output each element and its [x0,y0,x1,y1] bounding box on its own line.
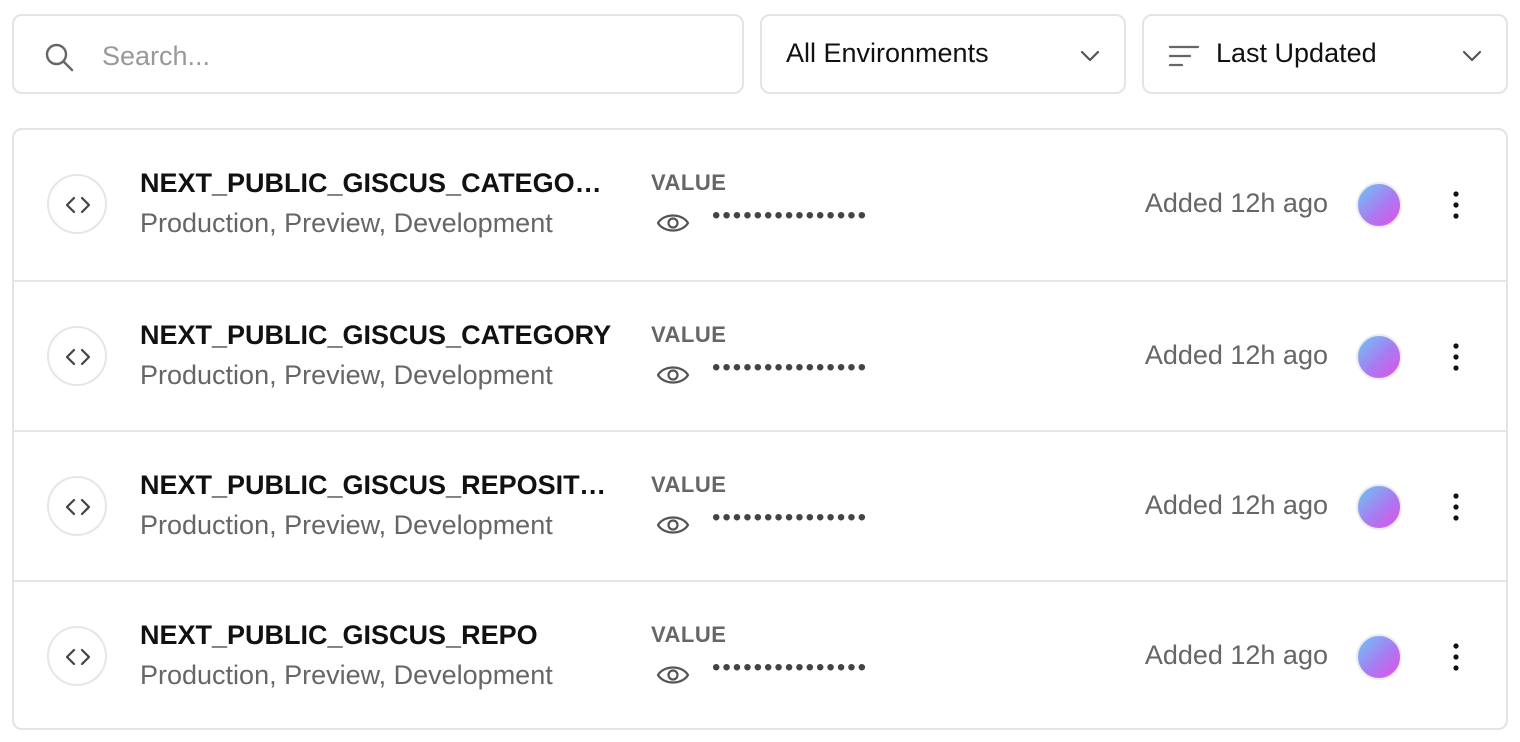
avatar [1356,334,1402,380]
more-options-icon[interactable] [1442,640,1470,674]
env-variable-row[interactable]: NEXT_PUBLIC_GISCUS_CATEGORY Production, … [14,280,1506,430]
search-icon [45,43,74,72]
code-brackets-icon [47,626,107,686]
toolbar: All Environments Last Updated [12,14,1508,94]
value-label: VALUE [651,170,727,195]
variable-name: NEXT_PUBLIC_GISCUS_REPOSITORY_ID [140,470,620,500]
masked-value: ••••••••••••••• [712,202,869,229]
variable-environments: Production, Preview, Development [140,208,553,238]
code-brackets-icon [47,326,107,386]
chevron-down-icon [1462,50,1482,62]
code-brackets-icon [47,476,107,536]
search-box[interactable] [12,14,744,94]
eye-icon[interactable] [656,662,690,688]
env-variable-list: NEXT_PUBLIC_GISCUS_CATEGORY_ID Productio… [12,128,1508,730]
masked-value: ••••••••••••••• [712,654,869,681]
value-label: VALUE [651,622,727,647]
code-brackets-icon [47,174,107,234]
env-variable-row[interactable]: NEXT_PUBLIC_GISCUS_REPOSITORY_ID Product… [14,430,1506,580]
sort-lines-icon [1168,45,1200,67]
value-label: VALUE [651,322,727,347]
more-options-icon[interactable] [1442,188,1470,222]
avatar [1356,634,1402,680]
more-options-icon[interactable] [1442,340,1470,374]
eye-icon[interactable] [656,210,690,236]
masked-value: ••••••••••••••• [712,354,869,381]
eye-icon[interactable] [656,512,690,538]
variable-name: NEXT_PUBLIC_GISCUS_CATEGORY_ID [140,168,620,198]
environment-filter-value: All Environments [786,38,989,68]
search-input[interactable] [102,34,702,78]
variable-name: NEXT_PUBLIC_GISCUS_CATEGORY [140,320,612,350]
variable-environments: Production, Preview, Development [140,660,553,690]
updated-time: Added 12h ago [1144,340,1328,370]
avatar [1356,182,1402,228]
sort-value: Last Updated [1216,38,1377,68]
updated-time: Added 12h ago [1144,490,1328,520]
variable-environments: Production, Preview, Development [140,510,553,540]
env-variable-row[interactable]: NEXT_PUBLIC_GISCUS_REPO Production, Prev… [14,580,1506,728]
variable-name: NEXT_PUBLIC_GISCUS_REPO [140,620,538,650]
masked-value: ••••••••••••••• [712,504,869,531]
updated-time: Added 12h ago [1144,640,1328,670]
value-label: VALUE [651,472,727,497]
variable-environments: Production, Preview, Development [140,360,553,390]
more-options-icon[interactable] [1442,490,1470,524]
environment-filter-select[interactable]: All Environments [760,14,1126,94]
updated-time: Added 12h ago [1144,188,1328,218]
sort-select[interactable]: Last Updated [1142,14,1508,94]
eye-icon[interactable] [656,362,690,388]
avatar [1356,484,1402,530]
env-variable-row[interactable]: NEXT_PUBLIC_GISCUS_CATEGORY_ID Productio… [14,130,1506,280]
chevron-down-icon [1080,50,1100,62]
